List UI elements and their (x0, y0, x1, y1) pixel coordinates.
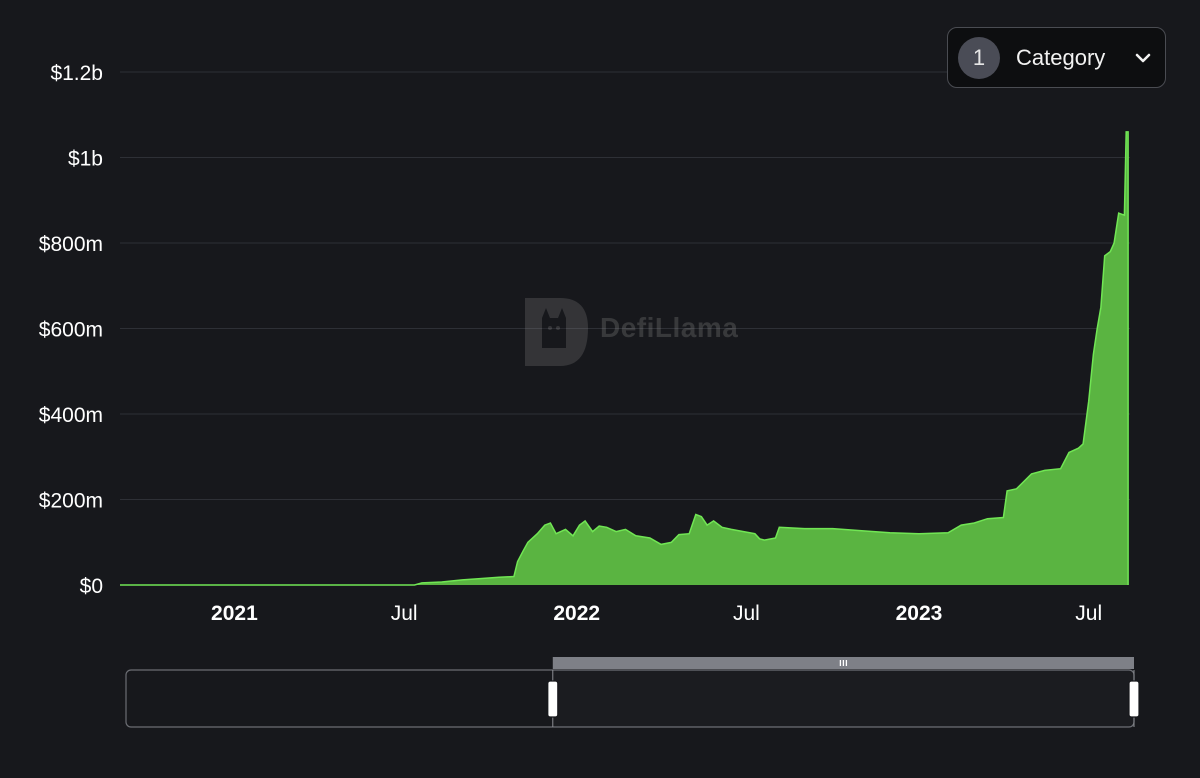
y-tick-label: $800m (39, 233, 103, 256)
x-tick-label: 2023 (896, 602, 943, 625)
chevron-down-icon (1135, 53, 1151, 62)
y-tick-label: $1.2b (50, 62, 103, 85)
category-label: Category (1016, 44, 1106, 70)
watermark: DefiLlama (520, 288, 738, 368)
x-tick-label: 2022 (553, 602, 600, 625)
range-brush[interactable] (125, 657, 1140, 728)
y-tick-label: $600m (39, 319, 103, 342)
x-tick-label: Jul (1075, 602, 1102, 625)
brush-handle-end[interactable] (1128, 680, 1140, 718)
category-dropdown-button[interactable]: 1 Category (947, 27, 1166, 88)
y-tick-label: $0 (80, 575, 103, 598)
tvl-area-chart: $0 $200m $400m $600m $800m $1b $1.2b 2021 Jul 202… (39, 62, 1140, 728)
llama-logo-icon (525, 298, 588, 366)
brush-selection (553, 670, 1134, 727)
y-tick-label: $200m (39, 490, 103, 513)
x-tick-label: 2021 (211, 602, 258, 625)
x-tick-label: Jul (391, 602, 418, 625)
y-tick-label: $400m (39, 404, 103, 427)
brush-handle-start[interactable] (547, 680, 559, 718)
watermark-text: DefiLlama (600, 312, 739, 343)
x-tick-label: Jul (733, 602, 760, 625)
y-tick-label: $1b (68, 148, 103, 171)
chart-root: $0 $200m $400m $600m $800m $1b $1.2b 2021 Jul 202… (0, 0, 1200, 778)
grid-lines (120, 71, 1130, 500)
category-count-badge: 1 (958, 36, 1000, 79)
